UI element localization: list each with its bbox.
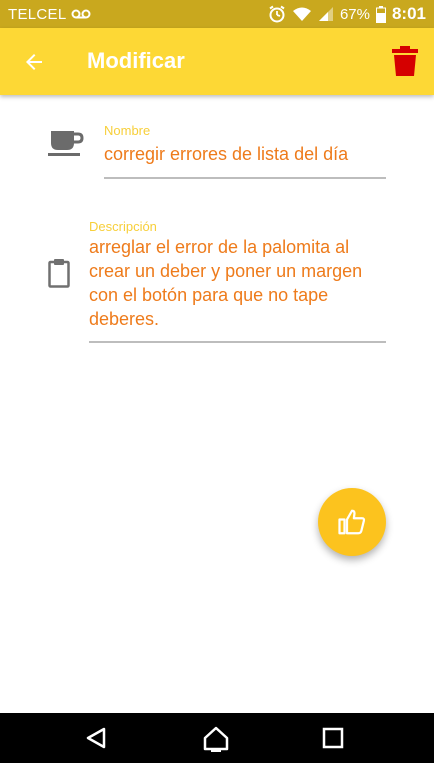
battery-icon	[375, 5, 386, 23]
page-title: Modificar	[87, 48, 185, 73]
description-underline	[89, 341, 386, 343]
nav-home-button[interactable]	[202, 725, 232, 755]
square-recents-icon	[322, 727, 344, 749]
thumbs-up-icon	[338, 509, 366, 535]
name-label: Nombre	[104, 123, 151, 138]
name-input[interactable]: corregir errores de lista del día	[104, 142, 386, 166]
coffee-cup-icon	[48, 129, 84, 162]
battery-percent: 67%	[339, 5, 370, 23]
name-underline	[104, 177, 386, 179]
carrier-name: TELCEL	[8, 5, 67, 23]
description-label: Descripción	[89, 219, 157, 234]
clipboard-icon	[48, 258, 70, 293]
navigation-bar	[0, 713, 434, 763]
signal-icon	[318, 6, 334, 22]
arrow-left-icon	[26, 54, 42, 70]
wifi-icon	[292, 6, 312, 22]
description-input[interactable]: arreglar el error de la palomita al crea…	[89, 235, 386, 331]
delete-button[interactable]	[392, 46, 418, 76]
voicemail-icon	[71, 8, 91, 20]
alarm-icon	[268, 5, 286, 23]
carrier-group: TELCEL	[8, 6, 91, 23]
nav-recents-button[interactable]	[320, 725, 350, 755]
home-icon	[203, 726, 229, 752]
clock-time: 8:01	[391, 4, 426, 23]
triangle-back-icon	[86, 727, 106, 749]
confirm-fab-button[interactable]	[318, 488, 386, 556]
trash-icon	[392, 46, 418, 76]
status-icons: 67% 8:01	[268, 4, 426, 24]
app-bar: Modificar	[0, 28, 434, 95]
status-bar: TELCEL 67% 8:01	[0, 0, 434, 28]
nav-back-button[interactable]	[84, 725, 114, 755]
back-button[interactable]	[22, 50, 46, 74]
